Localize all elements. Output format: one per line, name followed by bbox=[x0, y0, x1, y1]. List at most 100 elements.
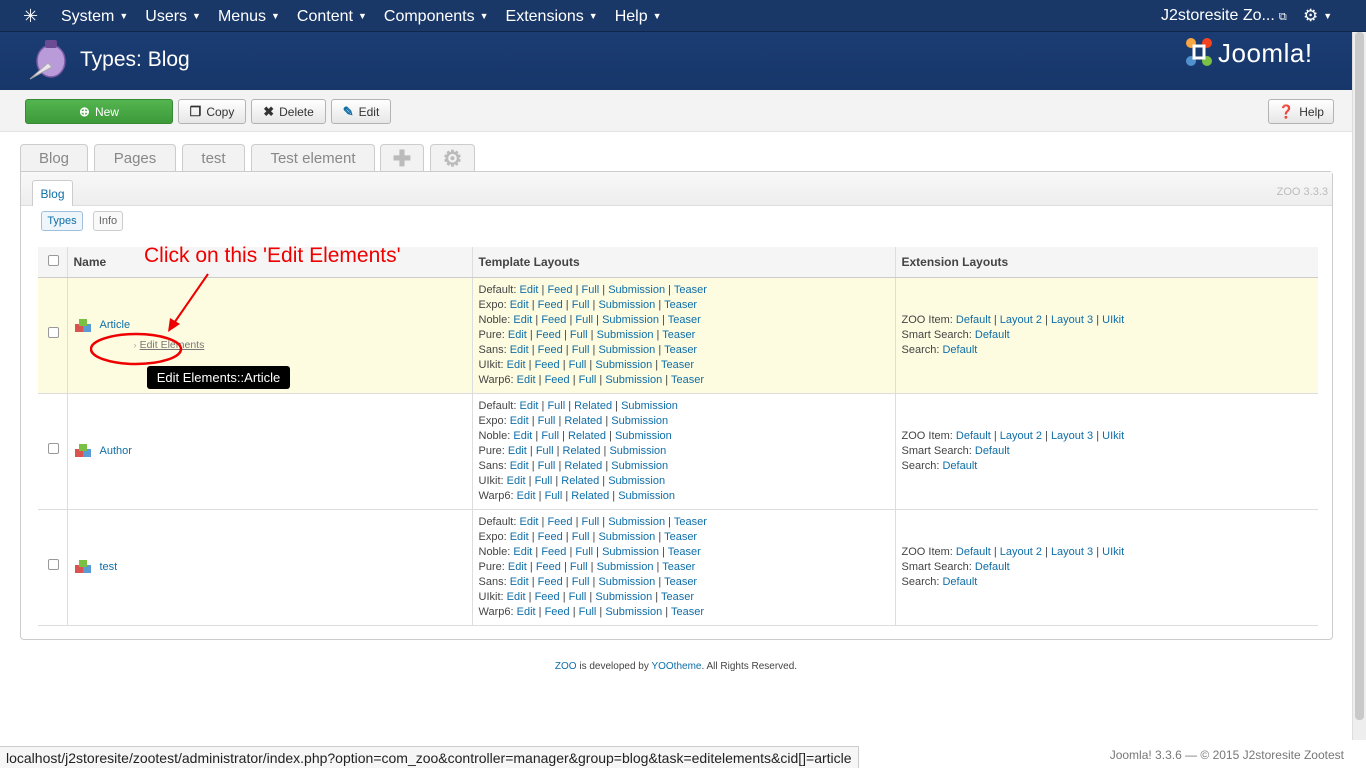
layout-link[interactable]: Teaser bbox=[661, 359, 694, 371]
layout-link[interactable]: Full bbox=[572, 576, 590, 588]
layout-link[interactable]: Teaser bbox=[664, 299, 697, 311]
layout-link[interactable]: Submission bbox=[605, 374, 662, 386]
layout-link[interactable]: Full bbox=[535, 475, 553, 487]
copy-button[interactable]: ❐ Copy bbox=[178, 99, 246, 124]
layout-link[interactable]: Submission bbox=[595, 359, 652, 371]
layout-link[interactable]: Feed bbox=[541, 314, 566, 326]
extension-layout-link[interactable]: Default bbox=[942, 576, 977, 588]
layout-link[interactable]: Teaser bbox=[671, 374, 704, 386]
extension-layout-link[interactable]: UIkit bbox=[1102, 546, 1124, 558]
joomla-logo-icon[interactable]: ✳ bbox=[23, 7, 43, 27]
types-pill[interactable]: Types bbox=[41, 211, 83, 231]
layout-link[interactable]: Full bbox=[579, 606, 597, 618]
layout-link[interactable]: Submission bbox=[611, 415, 668, 427]
layout-link[interactable]: Submission bbox=[608, 516, 665, 528]
layout-link[interactable]: Feed bbox=[535, 591, 560, 603]
layout-link[interactable]: Submission bbox=[602, 314, 659, 326]
layout-link[interactable]: Edit bbox=[508, 445, 527, 457]
extension-layout-link[interactable]: Layout 2 bbox=[1000, 430, 1042, 442]
layout-link[interactable]: Submission bbox=[609, 445, 666, 457]
extension-layout-link[interactable]: Default bbox=[942, 460, 977, 472]
layout-link[interactable]: Edit bbox=[507, 591, 526, 603]
menu-system[interactable]: System ▼ bbox=[61, 0, 128, 32]
layout-link[interactable]: Edit bbox=[513, 430, 532, 442]
layout-link[interactable]: Edit bbox=[508, 329, 527, 341]
scrollbar-thumb[interactable] bbox=[1355, 32, 1364, 720]
layout-link[interactable]: Edit bbox=[519, 284, 538, 296]
layout-link[interactable]: Feed bbox=[538, 576, 563, 588]
layout-link[interactable]: Full bbox=[582, 284, 600, 296]
menu-content[interactable]: Content ▼ bbox=[297, 0, 367, 32]
layout-link[interactable]: Submission bbox=[611, 460, 668, 472]
extension-layout-link[interactable]: Layout 2 bbox=[1000, 546, 1042, 558]
layout-link[interactable]: Related bbox=[574, 400, 612, 412]
layout-link[interactable]: Teaser bbox=[671, 606, 704, 618]
extension-layout-link[interactable]: Layout 3 bbox=[1051, 430, 1093, 442]
layout-link[interactable]: Submission bbox=[618, 490, 675, 502]
layout-link[interactable]: Edit bbox=[507, 475, 526, 487]
layout-link[interactable]: Edit bbox=[519, 400, 538, 412]
layout-link[interactable]: Edit bbox=[510, 460, 529, 472]
layout-link[interactable]: Submission bbox=[595, 591, 652, 603]
layout-link[interactable]: Related bbox=[571, 490, 609, 502]
layout-link[interactable]: Feed bbox=[545, 374, 570, 386]
layout-link[interactable]: Related bbox=[568, 430, 606, 442]
layout-link[interactable]: Teaser bbox=[664, 531, 697, 543]
layout-link[interactable]: Full bbox=[570, 329, 588, 341]
extension-layout-link[interactable]: Default bbox=[942, 344, 977, 356]
layout-link[interactable]: Full bbox=[575, 546, 593, 558]
add-app-tab[interactable]: ✚ bbox=[380, 144, 424, 172]
extension-layout-link[interactable]: Default bbox=[975, 329, 1010, 341]
app-settings-tab[interactable]: ⚙ bbox=[430, 144, 475, 172]
layout-link[interactable]: Feed bbox=[535, 359, 560, 371]
layout-link[interactable]: Full bbox=[569, 591, 587, 603]
row-checkbox[interactable] bbox=[48, 559, 59, 570]
layout-link[interactable]: Teaser bbox=[661, 591, 694, 603]
user-settings-menu[interactable]: ⚙ ▼ bbox=[1303, 0, 1332, 32]
layout-link[interactable]: Full bbox=[538, 415, 556, 427]
new-button[interactable]: ⊕ New bbox=[25, 99, 173, 124]
layout-link[interactable]: Edit bbox=[510, 576, 529, 588]
layout-link[interactable]: Feed bbox=[547, 284, 572, 296]
layout-link[interactable]: Full bbox=[579, 374, 597, 386]
layout-link[interactable]: Edit bbox=[510, 531, 529, 543]
layout-link[interactable]: Feed bbox=[536, 329, 561, 341]
layout-link[interactable]: Full bbox=[572, 531, 590, 543]
layout-link[interactable]: Feed bbox=[536, 561, 561, 573]
layout-link[interactable]: Edit bbox=[510, 344, 529, 356]
layout-link[interactable]: Full bbox=[541, 430, 559, 442]
layout-link[interactable]: Related bbox=[564, 460, 602, 472]
layout-link[interactable]: Teaser bbox=[674, 516, 707, 528]
layout-link[interactable]: Edit bbox=[517, 606, 536, 618]
subtab-blog[interactable]: Blog bbox=[32, 180, 73, 206]
layout-link[interactable]: Submission bbox=[608, 475, 665, 487]
layout-link[interactable]: Related bbox=[564, 415, 602, 427]
layout-link[interactable]: Full bbox=[536, 445, 554, 457]
edit-button[interactable]: ✎ Edit bbox=[331, 99, 391, 124]
layout-link[interactable]: Submission bbox=[621, 400, 678, 412]
layout-link[interactable]: Full bbox=[547, 400, 565, 412]
layout-link[interactable]: Feed bbox=[541, 546, 566, 558]
menu-help[interactable]: Help ▼ bbox=[615, 0, 662, 32]
extension-layout-link[interactable]: UIkit bbox=[1102, 314, 1124, 326]
layout-link[interactable]: Edit bbox=[508, 561, 527, 573]
layout-link[interactable]: Full bbox=[569, 359, 587, 371]
help-button[interactable]: ❓ Help bbox=[1268, 99, 1334, 124]
layout-link[interactable]: Teaser bbox=[674, 284, 707, 296]
layout-link[interactable]: Submission bbox=[598, 531, 655, 543]
layout-link[interactable]: Full bbox=[572, 344, 590, 356]
layout-link[interactable]: Full bbox=[572, 299, 590, 311]
delete-button[interactable]: ✖ Delete bbox=[251, 99, 326, 124]
extension-layout-link[interactable]: Default bbox=[975, 561, 1010, 573]
site-link[interactable]: J2storesite Zo... ⧉ bbox=[1161, 0, 1287, 33]
row-checkbox[interactable] bbox=[48, 443, 59, 454]
tab-blog[interactable]: Blog bbox=[20, 144, 88, 172]
layout-link[interactable]: Related bbox=[563, 445, 601, 457]
layout-link[interactable]: Feed bbox=[538, 344, 563, 356]
extension-layout-link[interactable]: Layout 3 bbox=[1051, 546, 1093, 558]
extension-layout-link[interactable]: Default bbox=[956, 430, 991, 442]
menu-users[interactable]: Users ▼ bbox=[145, 0, 201, 32]
row-checkbox[interactable] bbox=[48, 327, 59, 338]
layout-link[interactable]: Full bbox=[582, 516, 600, 528]
yootheme-link[interactable]: YOOtheme bbox=[651, 661, 701, 672]
